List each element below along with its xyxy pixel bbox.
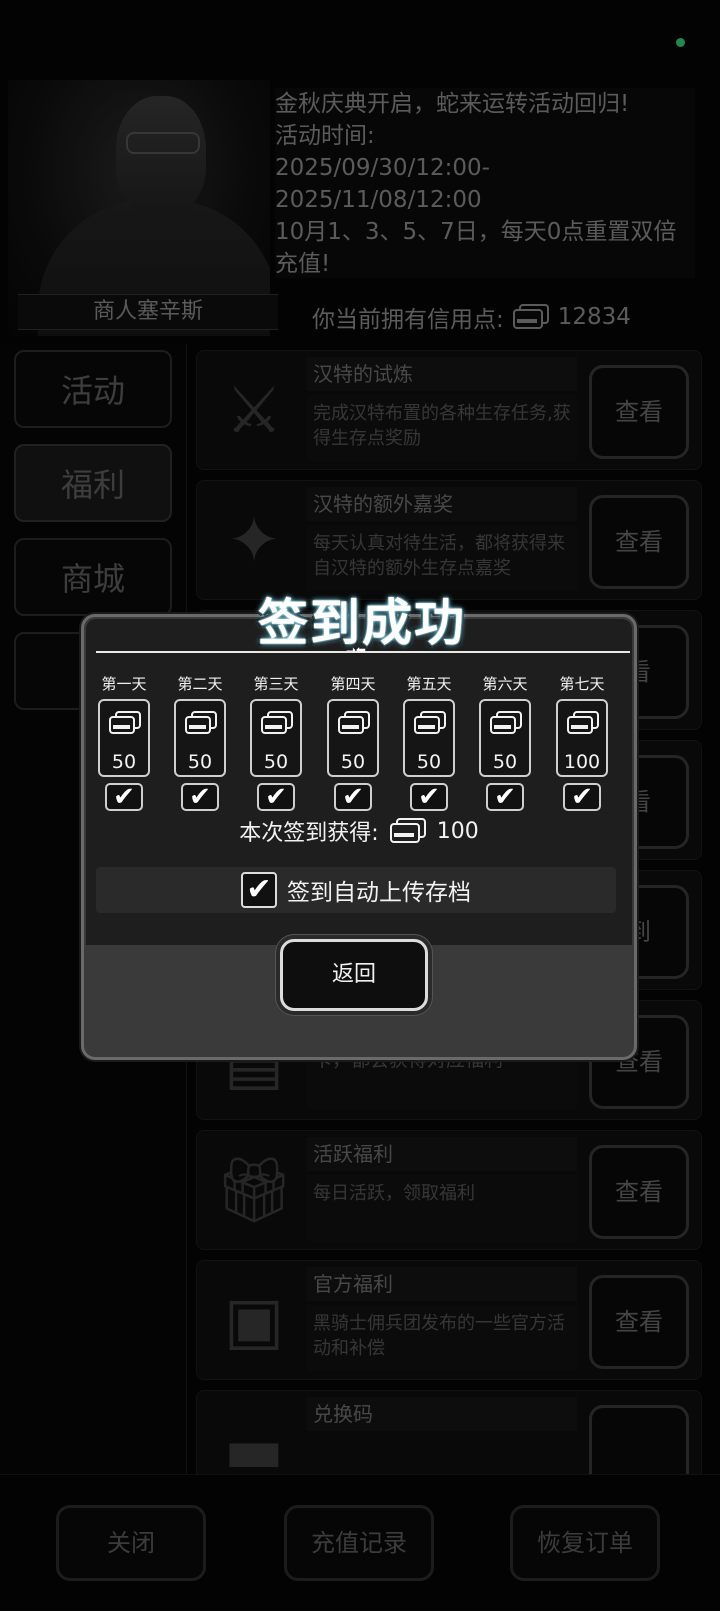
- reward-card: 50: [327, 699, 379, 777]
- credit-card-icon: [109, 711, 141, 734]
- checkin-day: 第七天 100 ✔: [554, 673, 610, 811]
- checked-checkbox: ✔: [563, 783, 601, 811]
- checkin-day: 第一天 50 ✔: [96, 673, 152, 811]
- reward-amount: 50: [340, 751, 366, 773]
- reward-card: 50: [250, 699, 302, 777]
- reward-label: 本次签到获得:: [239, 821, 379, 846]
- day-label: 第七天: [559, 675, 605, 693]
- autosave-checkbox[interactable]: ✔: [241, 872, 277, 908]
- checkin-day: 第二天 50 ✔: [172, 673, 228, 811]
- checked-checkbox: ✔: [257, 783, 295, 811]
- checkin-reward: 本次签到获得: 100: [84, 815, 634, 847]
- reward-amount: 100: [563, 751, 601, 773]
- reward-amount: 50: [492, 751, 518, 773]
- day-label: 第一天: [101, 675, 147, 693]
- reward-card: 100: [556, 699, 608, 777]
- credit-card-icon: [261, 711, 293, 734]
- checked-checkbox: ✔: [486, 783, 524, 811]
- credit-card-icon: [185, 711, 217, 734]
- reward-amount: 50: [111, 751, 137, 773]
- reward-amount: 50: [416, 751, 442, 773]
- day-label: 第二天: [177, 675, 223, 693]
- credit-card-icon: [490, 711, 522, 734]
- checkin-day: 第六天 50 ✔: [477, 673, 533, 811]
- checkin-day: 第四天 50 ✔: [325, 673, 381, 811]
- checked-checkbox: ✔: [410, 783, 448, 811]
- credit-card-icon: [567, 711, 599, 734]
- checkin-success-dialog: 签到成功 ➝ ⬅ 第一天 50 ✔ 第二天 50 ✔ 第三天 50 ✔ 第四天 50 ✔ 第五天 50 ✔ 第…: [81, 594, 637, 1060]
- reward-amount: 50: [187, 751, 213, 773]
- reward-value: 100: [436, 818, 479, 844]
- autosave-label: 签到自动上传存档: [287, 880, 471, 906]
- day-label: 第四天: [330, 675, 376, 693]
- reward-card: 50: [98, 699, 150, 777]
- checked-checkbox: ✔: [181, 783, 219, 811]
- checked-checkbox: ✔: [334, 783, 372, 811]
- reward-card: 50: [479, 699, 531, 777]
- checkin-day: 第五天 50 ✔: [401, 673, 457, 811]
- day-label: 第五天: [406, 675, 452, 693]
- checked-checkbox: ✔: [105, 783, 143, 811]
- day-label: 第六天: [482, 675, 528, 693]
- checkin-day: 第三天 50 ✔: [248, 673, 304, 811]
- divider-arrows-icon: ➝ ⬅: [346, 643, 366, 657]
- back-button[interactable]: 返回: [280, 939, 428, 1011]
- reward-amount: 50: [263, 751, 289, 773]
- autosave-option[interactable]: ✔ 签到自动上传存档: [96, 867, 616, 913]
- reward-card: 50: [174, 699, 226, 777]
- credit-card-icon: [389, 818, 426, 843]
- credit-card-icon: [414, 711, 446, 734]
- reward-card: 50: [403, 699, 455, 777]
- credit-card-icon: [338, 711, 370, 734]
- day-label: 第三天: [253, 675, 299, 693]
